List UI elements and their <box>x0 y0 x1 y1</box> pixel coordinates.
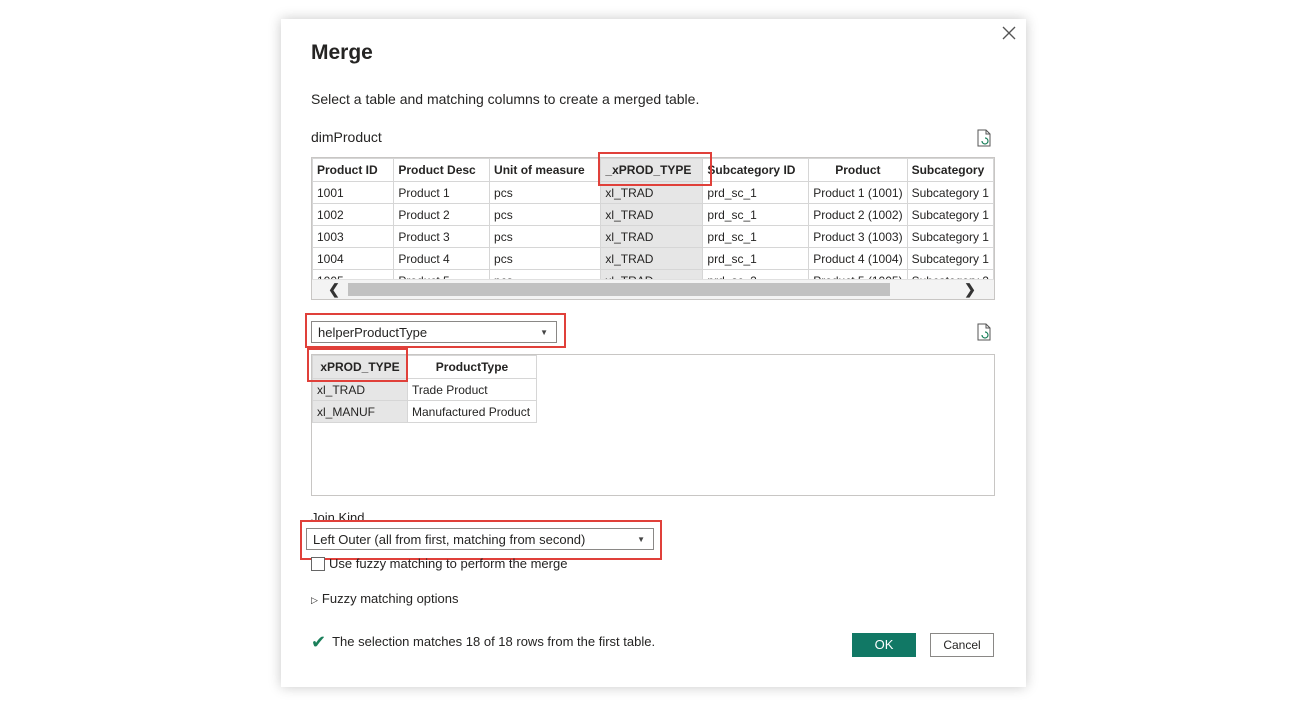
table-cell: prd_sc_1 <box>702 181 810 204</box>
cancel-button[interactable]: Cancel <box>930 633 994 657</box>
second-table-select[interactable]: helperProductType ▼ <box>311 321 557 343</box>
refresh-icon[interactable] <box>976 323 992 341</box>
table-row: 1004 Product 4 pcs xl_TRAD prd_sc_1 Prod… <box>312 247 994 270</box>
table-row: xl_TRAD Trade Product <box>312 378 537 401</box>
table-cell: pcs <box>489 203 602 226</box>
column-header-unit-of-measure[interactable]: Unit of measure <box>489 158 602 182</box>
table-row: 1003 Product 3 pcs xl_TRAD prd_sc_1 Prod… <box>312 225 994 248</box>
table-cell: xl_TRAD <box>600 225 704 248</box>
table-cell: prd_sc_1 <box>702 225 810 248</box>
merge-dialog: Merge Select a table and matching column… <box>281 19 1026 687</box>
horizontal-scrollbar[interactable]: ❮ ❯ <box>312 279 994 299</box>
column-header-xprod-type[interactable]: _xPROD_TYPE <box>600 158 704 182</box>
second-table-preview: xPROD_TYPE ProductType xl_TRAD Trade Pro… <box>311 354 995 496</box>
expand-triangle-icon: ▷ <box>311 595 318 605</box>
table-header-row: Product ID Product Desc Unit of measure … <box>312 158 994 182</box>
table-row: xl_MANUF Manufactured Product <box>312 400 537 423</box>
table-cell: Product 3 (1003) <box>808 225 908 248</box>
table-cell: prd_sc_1 <box>702 247 810 270</box>
column-header-product[interactable]: Product <box>808 158 908 182</box>
table-cell: xl_TRAD <box>600 203 704 226</box>
table-cell: xl_TRAD <box>312 378 408 401</box>
first-table-preview: Product ID Product Desc Unit of measure … <box>311 157 995 300</box>
join-kind-select[interactable]: Left Outer (all from first, matching fro… <box>306 528 654 550</box>
table-cell: xl_TRAD <box>600 247 704 270</box>
second-table-select-value: helperProductType <box>318 325 428 340</box>
table-row: 1001 Product 1 pcs xl_TRAD prd_sc_1 Prod… <box>312 181 994 204</box>
table-cell: pcs <box>489 225 602 248</box>
table-row: 1002 Product 2 pcs xl_TRAD prd_sc_1 Prod… <box>312 203 994 226</box>
table-cell: Product 2 <box>393 203 491 226</box>
column-header-xprod-type[interactable]: xPROD_TYPE <box>312 355 408 379</box>
column-header-product-type[interactable]: ProductType <box>407 355 537 379</box>
fuzzy-matching-options-label: Fuzzy matching options <box>321 591 459 606</box>
table-cell: xl_MANUF <box>312 400 408 423</box>
table-cell: Product 1 (1001) <box>808 181 908 204</box>
checkmark-icon: ✔ <box>311 632 327 652</box>
table-cell: Trade Product <box>407 378 537 401</box>
refresh-icon[interactable] <box>976 129 992 147</box>
table-cell: Subcategory 1 <box>906 225 994 248</box>
ok-button[interactable]: OK <box>852 633 916 657</box>
column-header-subcategory-id[interactable]: Subcategory ID <box>702 158 810 182</box>
table-cell: pcs <box>489 181 602 204</box>
chevron-left-icon[interactable]: ❮ <box>326 281 342 298</box>
table-cell: 1002 <box>312 203 395 226</box>
table-cell: xl_TRAD <box>600 181 704 204</box>
table-cell: pcs <box>489 247 602 270</box>
table-cell: Subcategory 1 <box>906 247 994 270</box>
first-table: Product ID Product Desc Unit of measure … <box>312 158 994 292</box>
second-table: xPROD_TYPE ProductType xl_TRAD Trade Pro… <box>312 355 537 423</box>
table-cell: Subcategory 1 <box>906 181 994 204</box>
table-cell: 1004 <box>312 247 395 270</box>
chevron-right-icon[interactable]: ❯ <box>962 281 978 298</box>
column-header-product-desc[interactable]: Product Desc <box>393 158 491 182</box>
table-cell: Product 1 <box>393 181 491 204</box>
scrollbar-thumb[interactable] <box>348 283 890 296</box>
join-kind-label: Join Kind <box>311 510 365 525</box>
table-cell: Subcategory 1 <box>906 203 994 226</box>
table-header-row: xPROD_TYPE ProductType <box>312 355 537 379</box>
first-table-name: dimProduct <box>311 129 382 145</box>
match-status: ✔ The selection matches 18 of 18 rows fro… <box>311 630 656 652</box>
column-header-subcategory[interactable]: Subcategory <box>906 158 994 182</box>
fuzzy-matching-label: Use fuzzy matching to perform the merge <box>329 556 568 571</box>
join-kind-select-value: Left Outer (all from first, matching fro… <box>313 532 586 547</box>
column-header-product-id[interactable]: Product ID <box>312 158 395 182</box>
chevron-down-icon: ▼ <box>637 535 645 544</box>
dialog-subtitle: Select a table and matching columns to c… <box>311 91 700 107</box>
table-cell: 1001 <box>312 181 395 204</box>
chevron-down-icon: ▼ <box>540 328 548 337</box>
table-cell: prd_sc_1 <box>702 203 810 226</box>
fuzzy-matching-options-toggle[interactable]: ▷ Fuzzy matching options <box>311 591 459 606</box>
table-cell: Manufactured Product <box>407 400 537 423</box>
table-cell: Product 4 <box>393 247 491 270</box>
close-icon[interactable] <box>1000 24 1018 42</box>
table-cell: 1003 <box>312 225 395 248</box>
dialog-title: Merge <box>311 41 373 64</box>
table-cell: Product 2 (1002) <box>808 203 908 226</box>
fuzzy-matching-checkbox[interactable] <box>311 557 325 571</box>
table-cell: Product 3 <box>393 225 491 248</box>
match-status-text: The selection matches 18 of 18 rows from… <box>332 634 656 649</box>
table-cell: Product 4 (1004) <box>808 247 908 270</box>
